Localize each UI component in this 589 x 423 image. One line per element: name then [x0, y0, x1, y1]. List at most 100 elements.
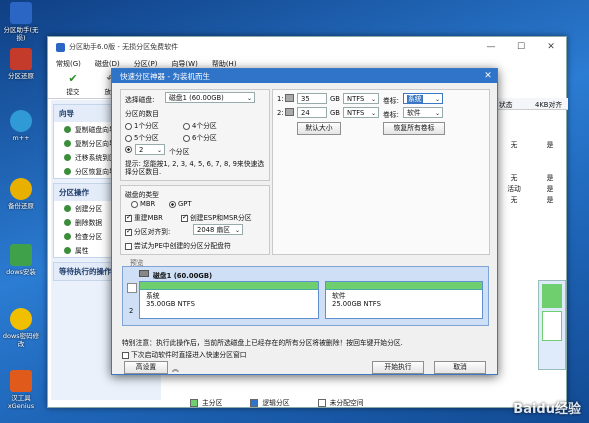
sidebar-item-label: 检查分区	[75, 233, 103, 241]
desktop-icon-partition-assistant[interactable]: 分区助手(无损)	[0, 2, 42, 42]
radio-1-partition[interactable]: 1个分区	[125, 120, 159, 130]
preview-partition-software[interactable]: 软件 25.00GB NTFS	[325, 281, 483, 319]
partition-2-index: 2:	[277, 109, 284, 117]
partition-2-size-input[interactable]: 24	[297, 107, 327, 118]
radio-label: GPT	[178, 200, 192, 208]
table-cell: 无	[510, 173, 518, 182]
table-row[interactable]: 无是	[496, 171, 568, 182]
create-esp-checkbox[interactable]: 创建ESP和MSR分区	[181, 212, 252, 222]
radio-6-partitions[interactable]: 6个分区	[183, 132, 217, 142]
partition-count-dropdown[interactable]: 2 ⌄	[135, 144, 165, 155]
desktop-icon-backup[interactable]: 备份还原	[0, 178, 42, 210]
table-row[interactable]: 活动 是	[496, 182, 568, 193]
table-row[interactable]: 无是	[496, 193, 568, 204]
disk-type-panel: 磁盘的类型 MBR GPT 重建MBR 创建ESP和MSR分区 分区对齐到: 2…	[120, 185, 270, 255]
checkbox-icon	[122, 351, 129, 359]
advanced-settings-button[interactable]: 高设置	[124, 361, 168, 374]
radio-label: 6个分区	[192, 134, 217, 142]
column-header-status[interactable]: 状态	[496, 99, 532, 109]
radio-5-partitions[interactable]: 5个分区	[125, 132, 159, 142]
startup-checkbox[interactable]: 下次启动软件时直接进入快速分区窗口	[122, 349, 247, 359]
radio-gpt[interactable]: GPT	[169, 200, 192, 208]
sidebar-item-label: 分区恢复向导	[75, 168, 116, 176]
partition-1-unit: GB	[330, 95, 340, 103]
dialog-close-button[interactable]: ✕	[479, 71, 497, 81]
warning-text: 特别注意：执行此操作后，当前所选磁盘上已经存在的所有分区将被删除！按回车键开始分…	[122, 339, 403, 347]
minimize-button[interactable]: —	[476, 42, 506, 52]
disk-map-block[interactable]	[542, 284, 562, 308]
align-checkbox[interactable]: 分区对齐到:	[125, 226, 170, 236]
checkbox-icon	[125, 227, 132, 236]
menu-general[interactable]: 常规(G)	[56, 59, 81, 69]
radio-icon	[125, 134, 132, 142]
start-button[interactable]: 开始执行	[372, 361, 424, 374]
cancel-button[interactable]: 取消	[434, 361, 486, 374]
radio-custom-count[interactable]	[125, 146, 132, 153]
desktop-icon-windows-install[interactable]: dows安装	[0, 244, 42, 276]
sidebar-item-label: 复制磁盘向导	[75, 126, 116, 134]
restore-icon	[10, 48, 32, 70]
desktop-icon-diskgenius[interactable]: 汉工具 xGenius	[0, 370, 42, 410]
window-titlebar: 分区助手6.0版 - 无损分区免费软件 — ☐ ✕	[48, 37, 566, 57]
desktop-icon-gear[interactable]: m++	[0, 110, 42, 142]
partition-2-fs-dropdown[interactable]: NTFS ⌄	[343, 107, 379, 118]
copy-disk-icon	[64, 125, 71, 133]
commit-label: 提交	[66, 88, 80, 96]
properties-icon	[64, 246, 71, 254]
disk-settings-panel: 选择磁盘: 磁盘1 (60.00GB) ⌄ 分区的数目 1个分区 4个分区 5个…	[120, 89, 270, 181]
legend-unallocated: 未分配空间	[317, 397, 364, 407]
partition-2-size: 24	[301, 109, 310, 117]
partition-1-size-input[interactable]: 35	[297, 93, 327, 104]
partition-count-suffix: 个分区	[169, 148, 190, 156]
sidebar-item-label: 删除数据	[75, 219, 103, 227]
create-partition-icon	[64, 204, 71, 212]
select-disk-dropdown[interactable]: 磁盘1 (60.00GB) ⌄	[165, 92, 255, 103]
assign-letter-checkbox[interactable]: 尝试为PE中创建的分区分配盘符	[125, 240, 231, 250]
rebuild-mbr-checkbox[interactable]: 重建MBR	[125, 212, 163, 222]
commit-button[interactable]: ✔ 提交	[58, 73, 88, 97]
partition-1-fs-dropdown[interactable]: NTFS ⌄	[343, 93, 379, 104]
align-dropdown[interactable]: 2048 扇区 ⌄	[193, 224, 243, 235]
disk-map-block[interactable]	[542, 311, 562, 341]
disk-preview: 磁盘1 (60.00GB) 2 系统 35.00GB NTFS 软件 25.00…	[122, 266, 489, 326]
close-button[interactable]: ✕	[536, 42, 566, 52]
partition-count-value: 2	[139, 146, 144, 154]
count-hint: 提示: 您能按1, 2, 3, 4, 5, 6, 7, 8, 9来快速选择分区数…	[125, 160, 265, 176]
windows-install-icon	[10, 244, 32, 266]
partition-2-label-key: 卷标:	[383, 111, 399, 119]
column-header-4k[interactable]: 4KB对齐	[532, 99, 568, 109]
drive-icon	[285, 94, 294, 102]
default-size-button[interactable]: 默认大小	[297, 122, 341, 135]
chevron-down-icon: ⌄	[434, 110, 440, 117]
backup-icon	[10, 178, 32, 200]
partition-usage-bar	[140, 282, 318, 290]
disk-map-side	[538, 280, 566, 370]
partition-2-label-dropdown[interactable]: 软件 ⌄	[403, 107, 443, 118]
radio-4-partitions[interactable]: 4个分区	[183, 120, 217, 130]
radio-icon	[125, 122, 132, 130]
preview-partition-name: 系统	[146, 292, 160, 300]
chevron-up-icon[interactable]: ︽	[172, 363, 179, 373]
desktop-icon-password[interactable]: dows密码修改	[0, 308, 42, 348]
table-cell: 无	[510, 140, 518, 149]
table-cell: 是	[546, 173, 554, 182]
partition-recovery-icon	[64, 167, 71, 175]
restore-labels-button[interactable]: 恢复所有卷标	[383, 122, 445, 135]
radio-mbr[interactable]: MBR	[131, 200, 155, 208]
radio-icon	[183, 122, 190, 130]
wipe-data-icon	[64, 218, 71, 226]
desktop-icon-restore[interactable]: 分区还原	[0, 48, 42, 80]
copy-partition-icon	[64, 139, 71, 147]
partition-1-label-key: 卷标:	[383, 97, 399, 105]
maximize-button[interactable]: ☐	[506, 42, 536, 52]
partition-1-label-dropdown[interactable]: 系统 ⌄	[403, 93, 443, 104]
checkbox-label: 尝试为PE中创建的分区分配盘符	[134, 242, 231, 250]
chevron-down-icon: ⌄	[246, 95, 252, 102]
preview-partition-system[interactable]: 系统 35.00GB NTFS	[139, 281, 319, 319]
table-row[interactable]: 无是	[496, 138, 568, 149]
checkbox-icon	[181, 213, 188, 222]
disk-icon	[139, 270, 149, 277]
sidebar-item-label: 迁移系统到固	[75, 154, 116, 162]
radio-label: 4个分区	[192, 122, 217, 130]
table-cell: 是	[546, 195, 554, 204]
